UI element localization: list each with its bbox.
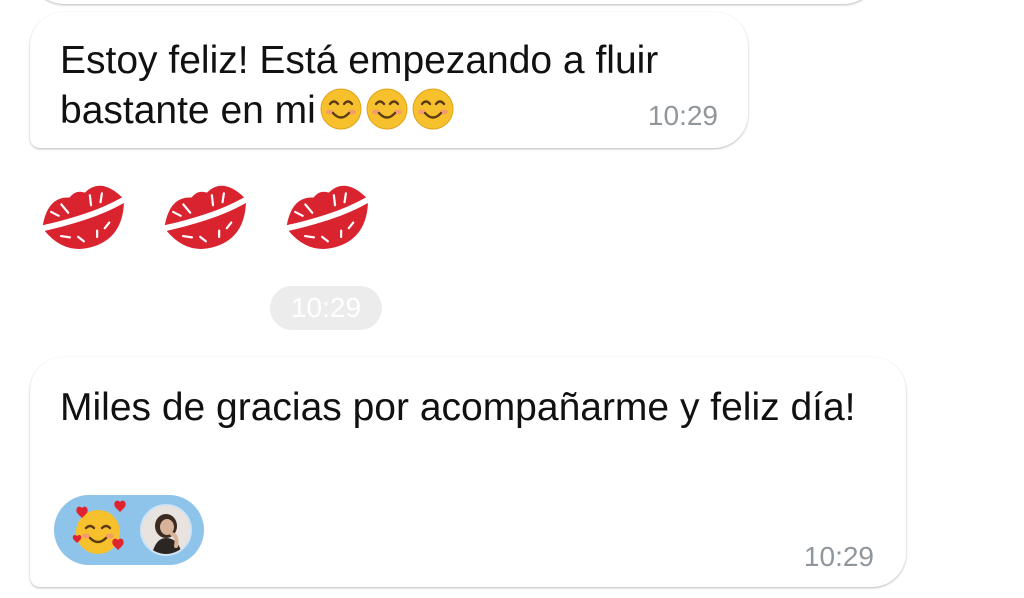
message-time: 10:29 <box>647 100 718 131</box>
chat-conversation: Estoy feliz! Está empezando a fluir bast… <box>0 0 1024 598</box>
message-bubble[interactable]: Miles de gracias por acompañarme y feliz… <box>30 357 906 587</box>
reaction-badge[interactable] <box>54 495 204 565</box>
smiling-face-icon <box>320 88 362 130</box>
message-bubble[interactable]: Estoy feliz! Está empezando a fluir bast… <box>30 12 748 148</box>
emoji-message[interactable] <box>36 172 381 262</box>
smiling-face-with-hearts-icon <box>70 500 130 560</box>
kiss-mark-icon <box>280 172 376 260</box>
message-time: 10:29 <box>803 541 874 572</box>
smiling-face-icon <box>412 88 454 130</box>
message-time-pill: 10:29 <box>270 286 382 330</box>
previous-message-bubble[interactable] <box>30 0 878 4</box>
kiss-mark-icon <box>158 172 254 260</box>
message-text: Miles de gracias por acompañarme y feliz… <box>60 386 856 429</box>
user-avatar[interactable] <box>140 504 192 556</box>
smiling-face-icon <box>366 88 408 130</box>
kiss-mark-icon <box>36 172 132 260</box>
message-text-wrapper: Estoy feliz! Está empezando a fluir bast… <box>60 36 748 136</box>
